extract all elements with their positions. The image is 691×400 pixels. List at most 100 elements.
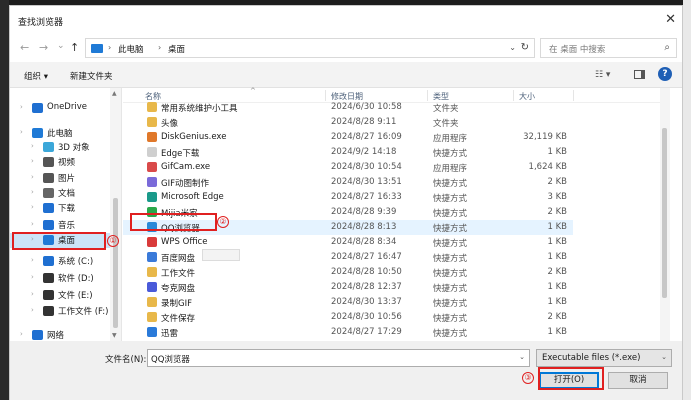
new-folder-button[interactable]: 新建文件夹 [70,70,113,82]
chevron-down-icon[interactable]: ⌄ [661,353,667,361]
expand-chevron-icon[interactable]: › [31,203,34,211]
sidebar-item-label: 图片 [58,174,76,184]
view-options-icon[interactable]: ☷ ▾ [595,70,610,80]
organize-menu[interactable]: 组织 ▾ [24,70,48,82]
sidebar-item-label: 3D 对象 [58,143,90,153]
navigation-pane-scrollbar[interactable]: ▲ ▼ [110,88,121,341]
highlight-desktop-box [12,232,106,250]
expand-chevron-icon[interactable]: › [31,290,34,298]
sidebar-item[interactable]: › 系统 (C:) [10,254,110,269]
navigation-bar: ← → ⌄ ↑ › 此电脑 › 桌面 ⌄ ↻ 在 桌面 中搜索 ⌕ [10,34,682,62]
file-icon [147,237,157,247]
file-type-select[interactable]: Executable files (*.exe) ⌄ [536,349,672,367]
file-date: 2024/8/28 9:39 [331,207,397,217]
expand-chevron-icon[interactable]: › [31,142,34,150]
back-arrow-icon[interactable]: ← [20,41,29,54]
file-date: 2024/8/27 17:29 [331,327,402,337]
file-type: 文件夹 [433,104,459,114]
sidebar-item[interactable]: › 工作文件 (F:) [10,304,110,319]
sidebar-item-label: 网络 [47,331,65,341]
scroll-thumb[interactable] [662,128,667,298]
file-size: 2 KB [547,177,567,187]
file-row[interactable]: 工作文件 2024/8/28 10:50 快捷方式 2 KB [123,265,573,280]
drive-icon [43,273,54,283]
file-list-scrollbar[interactable] [660,88,670,341]
sidebar-item-label: 音乐 [58,221,76,231]
drag-tooltip [202,249,240,261]
sidebar-item-label: 系统 (C:) [58,257,94,267]
cancel-button[interactable]: 取消 [608,372,668,389]
file-date: 2024/8/30 10:54 [331,162,402,172]
recent-locations-chevron-icon[interactable]: ⌄ [57,41,65,51]
file-row[interactable]: 头像 2024/8/28 9:11 文件夹 [123,115,573,130]
sidebar-item[interactable]: › 下载 [10,201,110,216]
expand-chevron-icon[interactable]: › [20,103,23,111]
search-box[interactable]: 在 桌面 中搜索 ⌕ [540,38,677,58]
file-row[interactable]: DiskGenius.exe 2024/8/27 16:09 应用程序 32,119 … [123,130,573,145]
expand-chevron-icon[interactable]: › [31,157,34,165]
file-date: 2024/8/27 16:47 [331,252,402,262]
file-date: 2024/6/30 10:58 [331,102,402,112]
scroll-up-icon[interactable]: ▲ [112,90,117,97]
expand-chevron-icon[interactable]: › [31,306,34,314]
file-type: 快捷方式 [433,314,468,324]
chevron-down-icon[interactable]: ⌄ [509,43,516,52]
cloud-icon [32,103,43,113]
filename-input[interactable]: QQ浏览器 ⌄ [147,349,530,367]
search-icon[interactable]: ⌕ [664,42,670,53]
expand-chevron-icon[interactable]: › [20,128,23,136]
up-arrow-icon[interactable]: ↑ [70,41,79,54]
file-row[interactable]: 夸克网盘 2024/8/28 12:37 快捷方式 1 KB [123,280,573,295]
file-row[interactable]: 录制GIF 2024/8/30 13:37 快捷方式 1 KB [123,295,573,310]
forward-arrow-icon[interactable]: → [39,41,48,54]
sidebar-item[interactable]: › 文件 (E:) [10,288,110,303]
sidebar-item-label: 软件 (D:) [58,274,94,284]
sidebar-item[interactable]: › 图片 [10,171,110,186]
file-icon [147,327,157,337]
document-icon [43,188,54,198]
sidebar-item[interactable]: › 文档 [10,186,110,201]
sidebar-item-label: OneDrive [47,102,87,112]
sidebar-item[interactable]: › 此电脑 [10,126,110,141]
column-divider[interactable] [573,90,574,101]
breadcrumb-this-pc[interactable]: 此电脑 [118,43,144,55]
file-row[interactable]: WPS Office 2024/8/28 8:34 快捷方式 1 KB [123,235,573,250]
sidebar-item[interactable]: › 软件 (D:) [10,271,110,286]
expand-chevron-icon[interactable]: › [20,330,23,338]
close-icon[interactable]: ✕ [665,12,676,27]
breadcrumb-desktop[interactable]: 桌面 [168,43,185,55]
address-bar[interactable]: › 此电脑 › 桌面 ⌄ ↻ [85,38,535,58]
file-row[interactable]: GIF动图制作 2024/8/30 13:51 快捷方式 2 KB [123,175,573,190]
sidebar-item[interactable]: › 3D 对象 [10,140,110,155]
expand-chevron-icon[interactable]: › [31,273,34,281]
expand-chevron-icon[interactable]: › [31,188,34,196]
file-row[interactable]: 文件保存 2024/8/30 10:56 快捷方式 2 KB [123,310,573,325]
file-row[interactable]: 迅雷 2024/8/27 17:29 快捷方式 1 KB [123,325,573,340]
scroll-down-icon[interactable]: ▼ [112,332,117,339]
sidebar-item[interactable]: › 音乐 [10,218,110,233]
file-name: GifCam.exe [161,162,211,172]
file-row[interactable]: GifCam.exe 2024/8/30 10:54 应用程序 1,624 KB [123,160,573,175]
file-size: 1 KB [547,327,567,337]
file-row[interactable]: 常用系统维护小工具 2024/6/30 10:58 文件夹 [123,100,573,115]
scroll-thumb[interactable] [113,198,118,328]
file-type: 应用程序 [433,164,468,174]
help-icon[interactable]: ? [658,67,672,81]
filename-value[interactable]: QQ浏览器 [151,353,190,365]
chevron-down-icon[interactable]: ⌄ [519,353,525,361]
file-row[interactable]: Edge下载 2024/9/2 14:18 快捷方式 1 KB [123,145,573,160]
file-icon [147,267,157,277]
sidebar-item-label: 下载 [58,204,76,214]
sidebar-item[interactable]: › OneDrive [10,101,110,116]
refresh-icon[interactable]: ↻ [521,42,529,53]
file-size: 1 KB [547,282,567,292]
sidebar-item[interactable]: › 视频 [10,155,110,170]
file-date: 2024/9/2 14:18 [331,147,397,157]
file-row[interactable]: Microsoft Edge 2024/8/27 16:33 快捷方式 3 KB [123,190,573,205]
sidebar-item-label: 此电脑 [47,129,73,139]
expand-chevron-icon[interactable]: › [31,220,34,228]
file-row[interactable]: 百度网盘 2024/8/27 16:47 快捷方式 1 KB [123,250,573,265]
expand-chevron-icon[interactable]: › [31,173,34,181]
expand-chevron-icon[interactable]: › [31,256,34,264]
preview-pane-icon[interactable] [634,70,645,79]
